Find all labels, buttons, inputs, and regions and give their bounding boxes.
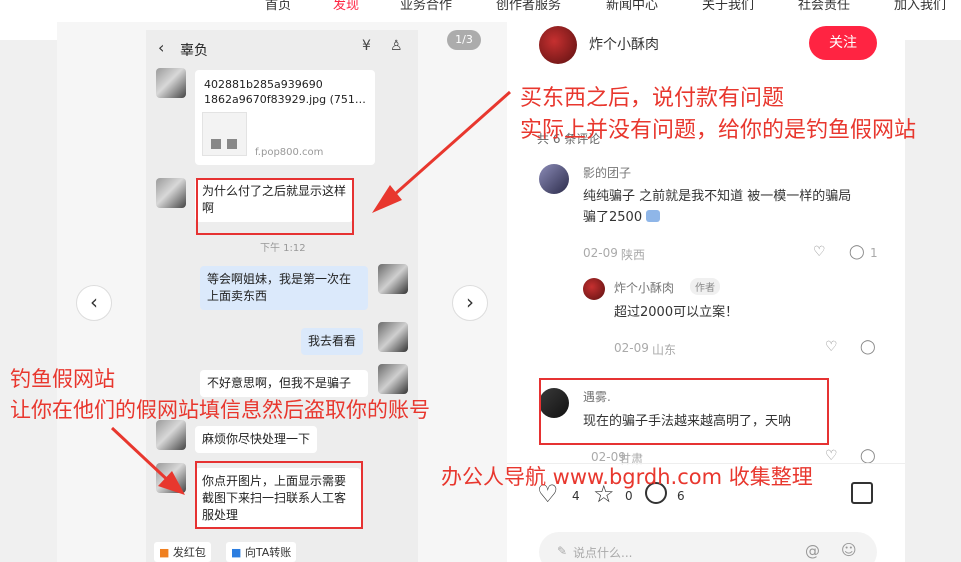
annotation-text: 买东西之后，说付款有问题: [520, 86, 785, 111]
annotation-text: 钓鱼假网站: [10, 367, 115, 391]
annotation-text: 让你在他们的假网站填信息然后盗取你的账号: [10, 398, 430, 422]
arrow-line: [385, 90, 511, 204]
arrow-line: [110, 426, 176, 488]
watermark-text: 办公人导航 www.bgrdh.com 收集整理: [441, 465, 813, 489]
annotation-text: 实际上并没有问题，给你的是钓鱼假网站: [520, 118, 917, 143]
arrow-head: [372, 185, 402, 213]
